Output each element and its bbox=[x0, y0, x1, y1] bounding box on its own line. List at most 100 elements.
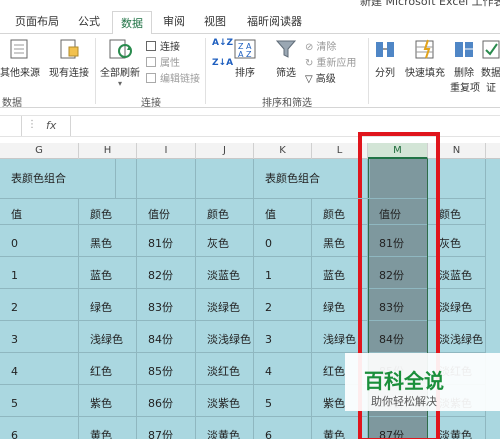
cancel-icon[interactable]: ⋮ bbox=[27, 119, 37, 130]
insert-function-icon[interactable]: fx bbox=[46, 119, 56, 132]
refresh-all-button[interactable]: 全部刷新 ▾ bbox=[98, 38, 142, 88]
sort-descending-button[interactable]: Z↓A bbox=[212, 58, 233, 68]
cell-r3-c5[interactable]: 0 bbox=[254, 225, 312, 257]
column-header-o[interactable] bbox=[486, 143, 500, 159]
cell-r1-c4[interactable] bbox=[196, 159, 254, 199]
cell-r1-c3[interactable] bbox=[137, 159, 196, 199]
refresh-all-label: 全部刷新 bbox=[100, 68, 140, 79]
cell-r5-c5[interactable]: 2 bbox=[254, 289, 312, 321]
cell-r4-c5[interactable]: 1 bbox=[254, 257, 312, 289]
cell-r6-c1[interactable]: 3 bbox=[0, 321, 79, 353]
filter-label: 筛选 bbox=[276, 68, 296, 79]
tab-page-layout[interactable]: 页面布局 bbox=[15, 13, 59, 29]
cell-r3-c4[interactable]: 灰色 bbox=[196, 225, 254, 257]
cell-r8-c1[interactable]: 5 bbox=[0, 385, 79, 417]
cell-r2-c1[interactable]: 值 bbox=[0, 199, 79, 225]
column-header-k[interactable]: K bbox=[254, 143, 312, 159]
cell-r1-c5[interactable]: 表颜色组合 bbox=[254, 159, 370, 199]
excel-window: 新建 Microsoft Excel 工作表 (2).x 页面布局 公式 数据 … bbox=[0, 0, 500, 439]
cell-r5-c4[interactable]: 淡绿色 bbox=[196, 289, 254, 321]
filter-button[interactable]: 筛选 bbox=[272, 38, 300, 79]
tab-formulas[interactable]: 公式 bbox=[78, 13, 100, 29]
cell-r6-c4[interactable]: 淡浅绿色 bbox=[196, 321, 254, 353]
clear-button[interactable]: ⊘ 清除 bbox=[305, 38, 336, 53]
reapply-button[interactable]: ↻ 重新应用 bbox=[305, 54, 356, 69]
existing-connections-button[interactable]: 现有连接 bbox=[48, 38, 90, 79]
cell-r9-c4[interactable]: 淡黄色 bbox=[196, 417, 254, 439]
cell-r8-c2[interactable]: 紫色 bbox=[79, 385, 137, 417]
cell-r7-c2[interactable]: 红色 bbox=[79, 353, 137, 385]
column-header-g[interactable]: G bbox=[0, 143, 79, 159]
column-header-j[interactable]: J bbox=[196, 143, 254, 159]
edit-links-icon bbox=[146, 73, 156, 83]
cell-r2-c5[interactable]: 值 bbox=[254, 199, 312, 225]
cell-r2-c2[interactable]: 颜色 bbox=[79, 199, 137, 225]
remove-duplicates-button[interactable]: 删除 重复项 bbox=[450, 38, 480, 94]
cell-r6-c3[interactable]: 84份 bbox=[137, 321, 196, 353]
properties-button[interactable]: 属性 bbox=[146, 54, 180, 69]
cell-r9-c5[interactable]: 6 bbox=[254, 417, 312, 439]
ribbon-tabs: 页面布局 公式 数据 审阅 视图 福昕阅读器 bbox=[0, 10, 500, 35]
cell-r2-c3[interactable]: 值份 bbox=[137, 199, 196, 225]
refresh-dropdown-icon[interactable]: ▾ bbox=[98, 79, 142, 88]
other-sources-button[interactable]: 其他来源 bbox=[0, 38, 40, 79]
cell-r8-c4[interactable]: 淡紫色 bbox=[196, 385, 254, 417]
cell-r7-c1[interactable]: 4 bbox=[0, 353, 79, 385]
tab-review[interactable]: 审阅 bbox=[163, 13, 185, 29]
column-header-h[interactable]: H bbox=[79, 143, 137, 159]
cell-r4-c3[interactable]: 82份 bbox=[137, 257, 196, 289]
filter-icon bbox=[275, 40, 297, 58]
data-validation-button[interactable]: 数据 证 bbox=[480, 38, 500, 94]
edit-links-label: 编辑链接 bbox=[160, 74, 200, 85]
flash-fill-button[interactable]: 快速填充 bbox=[402, 38, 448, 79]
connections-button[interactable]: 连接 bbox=[146, 38, 180, 53]
cell-r5-c1[interactable]: 2 bbox=[0, 289, 79, 321]
tab-view[interactable]: 视图 bbox=[204, 13, 226, 29]
reapply-label: 重新应用 bbox=[316, 58, 357, 69]
tab-data[interactable]: 数据 bbox=[112, 11, 152, 35]
ribbon-separator bbox=[205, 38, 206, 104]
cell-r9-c3[interactable]: 87份 bbox=[137, 417, 196, 439]
cell-r5-c2[interactable]: 绿色 bbox=[79, 289, 137, 321]
cell-r1-c1[interactable]: 表颜色组合 bbox=[0, 159, 116, 199]
cell-r8-c5[interactable]: 5 bbox=[254, 385, 312, 417]
name-box[interactable] bbox=[0, 116, 22, 136]
ribbon-separator bbox=[368, 38, 369, 104]
other-sources-label: 其他来源 bbox=[0, 68, 40, 79]
cell-r3-c1[interactable]: 0 bbox=[0, 225, 79, 257]
column-header-i[interactable]: I bbox=[137, 143, 196, 159]
cell-r6-c2[interactable]: 浅绿色 bbox=[79, 321, 137, 353]
cell-r9-c1[interactable]: 6 bbox=[0, 417, 79, 439]
refresh-all-icon bbox=[109, 39, 132, 59]
cell-r3-c3[interactable]: 81份 bbox=[137, 225, 196, 257]
cell-r7-c3[interactable]: 85份 bbox=[137, 353, 196, 385]
sort-ascending-button[interactable]: A↓Z bbox=[212, 38, 233, 48]
cell-r3-c2[interactable]: 黑色 bbox=[79, 225, 137, 257]
cell-r4-c2[interactable]: 蓝色 bbox=[79, 257, 137, 289]
cell-r6-c5[interactable]: 3 bbox=[254, 321, 312, 353]
flash-fill-label: 快速填充 bbox=[405, 68, 445, 79]
cell-r7-c5[interactable]: 4 bbox=[254, 353, 312, 385]
existing-connections-icon bbox=[60, 39, 79, 59]
watermark: 百科全说 助你轻松解决 bbox=[345, 353, 500, 411]
cell-r4-c1[interactable]: 1 bbox=[0, 257, 79, 289]
cell-r9-c2[interactable]: 黄色 bbox=[79, 417, 137, 439]
sort-ascending-icon: A↓Z bbox=[212, 38, 234, 48]
sort-label: 排序 bbox=[235, 68, 255, 79]
cell-r2-c4[interactable]: 颜色 bbox=[196, 199, 254, 225]
cell-r7-c4[interactable]: 淡红色 bbox=[196, 353, 254, 385]
properties-label: 属性 bbox=[160, 58, 180, 69]
cell-r8-c3[interactable]: 86份 bbox=[137, 385, 196, 417]
sort-button[interactable]: ZAAZ 排序 bbox=[232, 38, 258, 79]
advanced-filter-button[interactable]: ▽ 高级 bbox=[305, 70, 336, 85]
edit-links-button[interactable]: 编辑链接 bbox=[146, 70, 200, 85]
existing-connections-label: 现有连接 bbox=[49, 68, 89, 79]
text-to-columns-button[interactable]: 分列 bbox=[372, 38, 398, 79]
cell-r5-c3[interactable]: 83份 bbox=[137, 289, 196, 321]
data-validation-icon bbox=[482, 40, 500, 59]
tab-foxit-reader[interactable]: 福昕阅读器 bbox=[247, 13, 302, 29]
watermark-subtitle: 助你轻松解决 bbox=[371, 395, 437, 408]
cell-r4-c4[interactable]: 淡蓝色 bbox=[196, 257, 254, 289]
remove-duplicates-icon bbox=[455, 42, 473, 57]
ribbon: 其他来源 数据 现有连接 全部刷新 ▾ 连接 属性 编辑链接 连接 A↓Z Z↓… bbox=[0, 34, 500, 109]
